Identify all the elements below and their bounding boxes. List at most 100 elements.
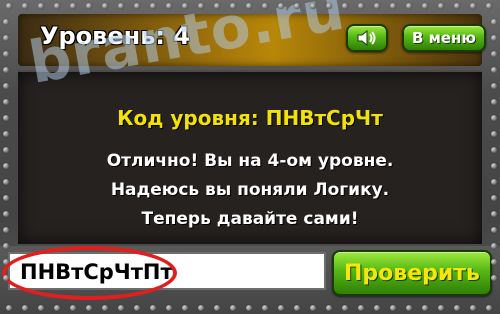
rivet	[491, 259, 497, 265]
rivet	[3, 211, 9, 217]
rivet	[70, 305, 76, 311]
rivet	[491, 243, 497, 249]
rivet	[294, 3, 300, 9]
rivet	[198, 3, 204, 9]
rivet	[491, 179, 497, 185]
rivet	[454, 305, 460, 311]
rivet	[3, 179, 9, 185]
rivet	[491, 51, 497, 57]
rivet	[118, 305, 124, 311]
rivet	[3, 83, 9, 89]
rivet	[182, 3, 188, 9]
rivet	[310, 3, 316, 9]
rivet	[491, 275, 497, 281]
rivet	[54, 3, 60, 9]
rivet	[22, 305, 28, 311]
rivet	[390, 305, 396, 311]
rivet	[102, 3, 108, 9]
rivet	[6, 3, 12, 9]
rivet	[54, 305, 60, 311]
rivet	[3, 51, 9, 57]
rivet	[3, 163, 9, 169]
rivet	[230, 3, 236, 9]
rivet	[3, 35, 9, 41]
level-title: Уровень: 4	[40, 22, 191, 50]
rivet	[358, 305, 364, 311]
rivet	[3, 67, 9, 73]
rivet	[390, 3, 396, 9]
speaker-icon	[357, 29, 376, 47]
rivet	[262, 305, 268, 311]
rivet	[182, 305, 188, 311]
rivet	[470, 305, 476, 311]
rivet	[166, 3, 172, 9]
rivet	[326, 3, 332, 9]
rivet	[198, 305, 204, 311]
rivet	[491, 99, 497, 105]
rivet	[134, 305, 140, 311]
rivet	[3, 19, 9, 25]
rivet	[38, 3, 44, 9]
rivet	[374, 3, 380, 9]
rivet	[150, 3, 156, 9]
rivet	[86, 3, 92, 9]
rivet	[278, 305, 284, 311]
rivet	[150, 305, 156, 311]
rivet	[310, 305, 316, 311]
rivet	[491, 195, 497, 201]
rivet	[422, 305, 428, 311]
rivet	[326, 305, 332, 311]
check-button[interactable]: Проверить	[332, 250, 492, 296]
rivet	[6, 305, 12, 311]
rivet	[358, 3, 364, 9]
rivet	[294, 305, 300, 311]
rivet	[374, 305, 380, 311]
rivet	[486, 3, 492, 9]
rivet	[3, 147, 9, 153]
rivet	[214, 3, 220, 9]
rivet	[491, 131, 497, 137]
rivet	[491, 211, 497, 217]
rivet	[491, 163, 497, 169]
message-line-1: Отлично! Вы на 4-ом уровне.	[106, 151, 394, 171]
rivet	[278, 3, 284, 9]
rivet	[118, 3, 124, 9]
menu-button[interactable]: В меню	[402, 24, 486, 52]
rivet	[22, 3, 28, 9]
rivet	[486, 305, 492, 311]
rivet	[406, 3, 412, 9]
rivet	[102, 305, 108, 311]
rivet	[3, 131, 9, 137]
rivet	[134, 3, 140, 9]
message-line-2: Надеюсь вы поняли Логику.	[110, 180, 390, 200]
rivet	[491, 147, 497, 153]
message-line-3: Теперь давайте сами!	[141, 209, 359, 229]
rivet	[86, 305, 92, 311]
rivet	[246, 3, 252, 9]
rivet	[438, 3, 444, 9]
rivet	[3, 195, 9, 201]
sound-button[interactable]	[346, 24, 388, 52]
rivet	[342, 3, 348, 9]
rivet	[3, 243, 9, 249]
rivet	[342, 305, 348, 311]
rivet	[470, 3, 476, 9]
rivet	[491, 227, 497, 233]
rivet	[3, 115, 9, 121]
rivet	[70, 3, 76, 9]
rivet	[491, 83, 497, 89]
rivet	[38, 305, 44, 311]
rivet	[166, 305, 172, 311]
rivet	[262, 3, 268, 9]
rivet	[422, 3, 428, 9]
rivet	[246, 305, 252, 311]
answer-input[interactable]: ПНВтСрЧтПт	[8, 252, 326, 290]
rivet	[491, 35, 497, 41]
rivet	[230, 305, 236, 311]
rivet	[491, 19, 497, 25]
rivet	[3, 99, 9, 105]
rivet	[491, 67, 497, 73]
level-code: Код уровня: ПНВтСрЧт	[117, 106, 383, 130]
rivet	[454, 3, 460, 9]
rivet	[3, 275, 9, 281]
